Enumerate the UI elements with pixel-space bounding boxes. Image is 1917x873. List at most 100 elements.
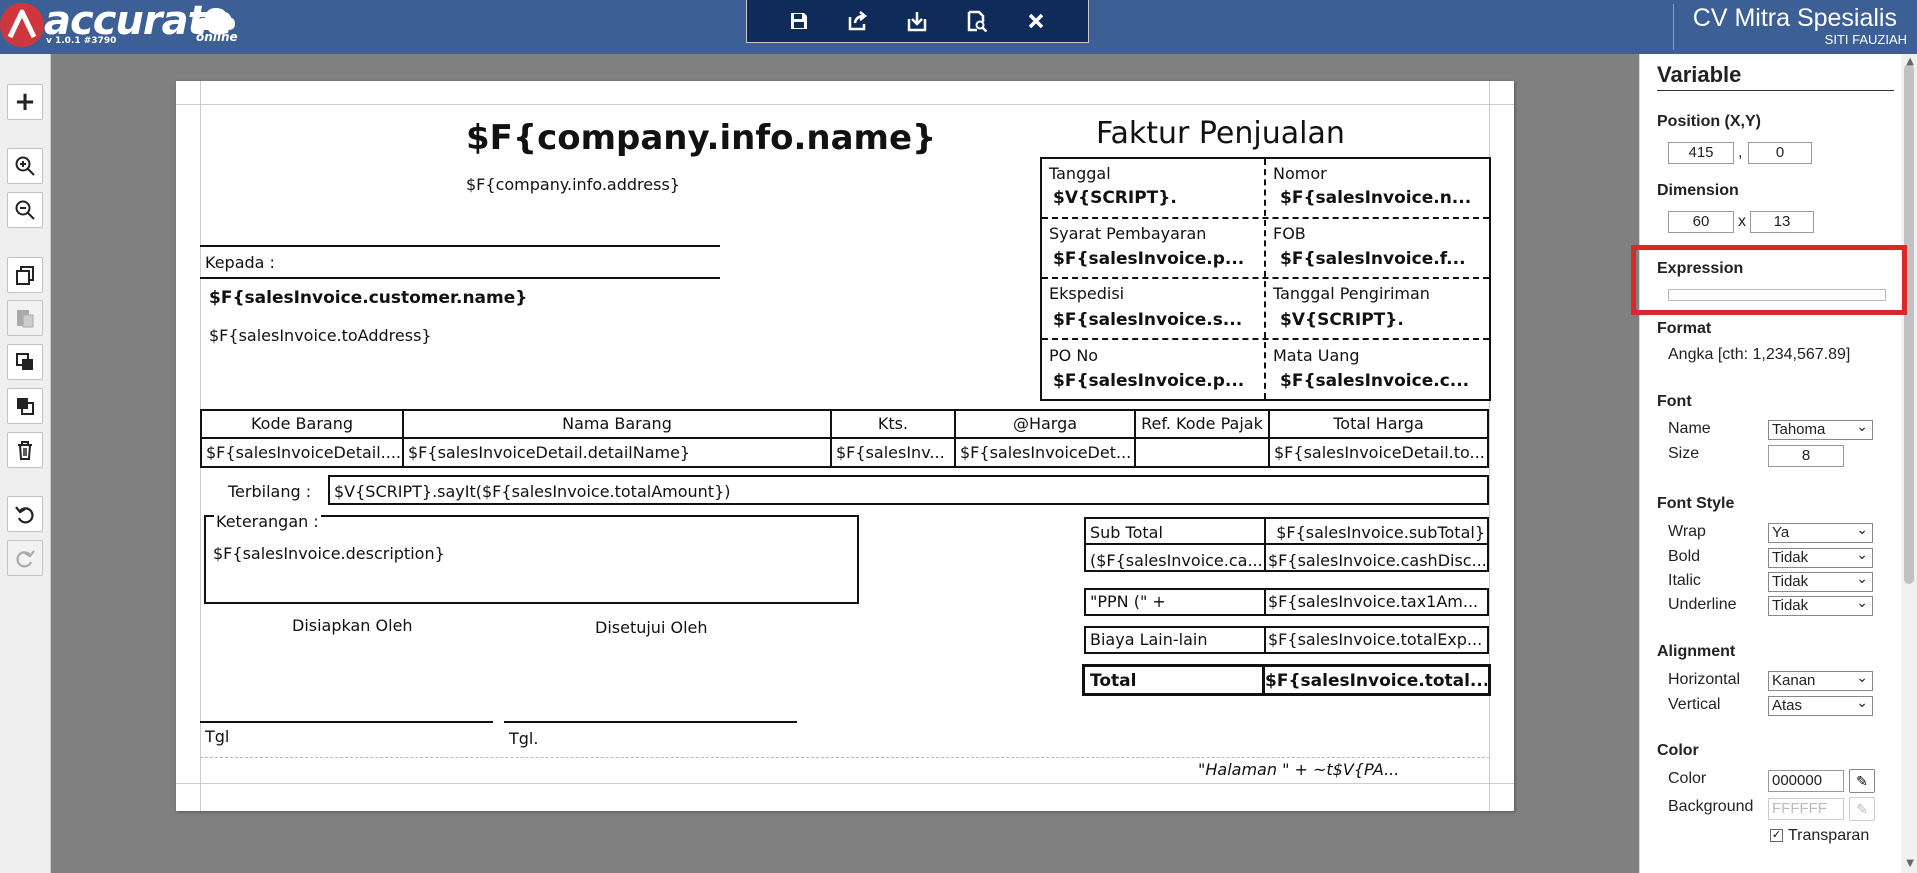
- line[interactable]: [200, 245, 720, 247]
- color-input[interactable]: 000000: [1768, 770, 1844, 792]
- save-button[interactable]: [783, 5, 815, 37]
- send-back-button[interactable]: [7, 388, 43, 424]
- totals-divider: [1264, 628, 1266, 652]
- table-cell[interactable]: $F{salesInvoiceDetail.to...: [1274, 443, 1485, 462]
- close-button[interactable]: [1020, 5, 1052, 37]
- panel-title: Variable: [1657, 62, 1742, 87]
- horizontal-select[interactable]: Kanan: [1768, 668, 1873, 691]
- table-cell[interactable]: $F{salesInvoiceDetail....: [206, 443, 400, 462]
- pencil-icon: ✎: [1856, 800, 1868, 817]
- redo-button[interactable]: [7, 540, 43, 576]
- bring-front-button[interactable]: [7, 344, 43, 380]
- table-cell[interactable]: $F{salesInvoiceDet...: [960, 443, 1132, 462]
- column-header[interactable]: @Harga: [956, 414, 1134, 433]
- underline-select[interactable]: Tidak: [1768, 593, 1873, 616]
- signature-line[interactable]: [200, 721, 493, 723]
- zoom-out-icon: [15, 200, 35, 220]
- italic-select[interactable]: Tidak: [1768, 569, 1873, 592]
- font-size-input[interactable]: 8: [1768, 445, 1844, 467]
- info-label[interactable]: Nomor: [1273, 164, 1327, 183]
- report-canvas[interactable]: $F{company.info.name} $F{company.info.ad…: [176, 81, 1514, 811]
- grand-total-value[interactable]: $F{salesInvoice.total...: [1265, 671, 1487, 691]
- undo-button[interactable]: [7, 496, 43, 532]
- column-header[interactable]: Nama Barang: [404, 414, 830, 433]
- keterangan-label[interactable]: Keterangan :: [214, 512, 321, 531]
- invoice-title[interactable]: Faktur Penjualan: [1096, 116, 1345, 151]
- info-value[interactable]: $F{salesInvoice.c...: [1280, 371, 1469, 391]
- tgl-label[interactable]: Tgl.: [509, 729, 538, 748]
- preview-button[interactable]: [961, 5, 993, 37]
- font-name-select[interactable]: Tahoma: [1768, 417, 1873, 440]
- to-address-field[interactable]: $F{salesInvoice.toAddress}: [209, 326, 432, 345]
- background-picker-button[interactable]: ✎: [1849, 797, 1875, 821]
- add-tool-button[interactable]: +: [7, 84, 43, 120]
- totals-value[interactable]: $F{salesInvoice.subTotal}: [1268, 523, 1485, 542]
- company-name-field[interactable]: $F{company.info.name}: [466, 118, 936, 158]
- dim-height-input[interactable]: 13: [1750, 211, 1814, 233]
- delete-button[interactable]: [7, 432, 43, 468]
- import-button[interactable]: [901, 5, 933, 37]
- wrap-select[interactable]: Ya: [1768, 520, 1873, 543]
- copy-button[interactable]: [7, 257, 43, 293]
- info-value[interactable]: $V{SCRIPT}.: [1280, 310, 1404, 330]
- totals-label[interactable]: ($F{salesInvoice.ca...: [1090, 551, 1262, 570]
- column-header[interactable]: Kode Barang: [202, 414, 402, 433]
- info-label[interactable]: Mata Uang: [1273, 346, 1360, 365]
- disetujui-label[interactable]: Disetujui Oleh: [595, 618, 708, 637]
- column-header[interactable]: Ref. Kode Pajak: [1136, 414, 1268, 433]
- line[interactable]: [200, 277, 720, 279]
- terbilang-label[interactable]: Terbilang :: [228, 482, 311, 501]
- info-label[interactable]: PO No: [1049, 346, 1098, 365]
- column-header[interactable]: Total Harga: [1270, 414, 1487, 433]
- scroll-down-icon[interactable]: ▼: [1906, 858, 1914, 869]
- totals-label[interactable]: "PPN (" +: [1090, 592, 1166, 611]
- description-field[interactable]: $F{salesInvoice.description}: [213, 544, 445, 563]
- vertical-select[interactable]: Atas: [1768, 693, 1873, 716]
- dim-width-input[interactable]: 60: [1668, 211, 1734, 233]
- info-value[interactable]: $F{salesInvoice.f...: [1280, 249, 1466, 269]
- kepada-label[interactable]: Kepada :: [205, 253, 275, 272]
- page-number-field[interactable]: "Halaman " + ~t$V{PA...: [1198, 760, 1399, 779]
- times-separator: x: [1738, 213, 1746, 230]
- transparan-checkbox[interactable]: ✓: [1770, 829, 1783, 842]
- customer-name-field[interactable]: $F{salesInvoice.customer.name}: [209, 288, 527, 308]
- info-divider: [1264, 159, 1266, 399]
- table-cell[interactable]: $F{salesInv...: [836, 443, 952, 462]
- export-button[interactable]: [842, 5, 874, 37]
- disiapkan-label[interactable]: Disiapkan Oleh: [292, 616, 413, 635]
- info-value[interactable]: $V{SCRIPT}.: [1053, 188, 1177, 208]
- company-address-field[interactable]: $F{company.info.address}: [466, 175, 680, 194]
- info-label[interactable]: Ekspedisi: [1049, 284, 1124, 303]
- pos-y-input[interactable]: 0: [1748, 142, 1812, 164]
- info-value[interactable]: $F{salesInvoice.p...: [1053, 249, 1244, 269]
- totals-value[interactable]: $F{salesInvoice.tax1Am...: [1268, 592, 1485, 611]
- terbilang-value[interactable]: $V{SCRIPT}.sayIt($F{salesInvoice.totalAm…: [334, 482, 731, 501]
- totals-label[interactable]: Sub Total: [1090, 523, 1163, 542]
- info-value[interactable]: $F{salesInvoice.s...: [1053, 310, 1242, 330]
- column-header[interactable]: Kts.: [832, 414, 954, 433]
- info-label[interactable]: Syarat Pembayaran: [1049, 224, 1206, 243]
- info-label[interactable]: Tanggal: [1049, 164, 1111, 183]
- info-label[interactable]: Tanggal Pengiriman: [1273, 284, 1430, 303]
- pos-x-input[interactable]: 415: [1668, 142, 1734, 164]
- background-input[interactable]: FFFFFF: [1768, 798, 1844, 820]
- info-divider: [1042, 217, 1489, 219]
- grand-total-label[interactable]: Total: [1090, 671, 1136, 691]
- signature-line[interactable]: [504, 721, 797, 723]
- scrollbar-thumb[interactable]: [1904, 64, 1914, 584]
- tgl-label[interactable]: Tgl: [205, 727, 229, 746]
- format-value[interactable]: Angka [cth: 1,234,567.89]: [1668, 346, 1850, 364]
- paste-button[interactable]: [7, 300, 43, 336]
- info-value[interactable]: $F{salesInvoice.n...: [1280, 188, 1471, 208]
- totals-value[interactable]: $F{salesInvoice.cashDisc...: [1268, 551, 1485, 570]
- scroll-up-icon[interactable]: ▲: [1906, 56, 1914, 67]
- table-cell[interactable]: $F{salesInvoiceDetail.detailName}: [408, 443, 828, 462]
- zoom-in-button[interactable]: [7, 148, 43, 184]
- bold-select[interactable]: Tidak: [1768, 545, 1873, 568]
- info-value[interactable]: $F{salesInvoice.p...: [1053, 371, 1244, 391]
- zoom-out-button[interactable]: [7, 192, 43, 228]
- totals-label[interactable]: Biaya Lain-lain: [1090, 630, 1208, 649]
- info-label[interactable]: FOB: [1273, 224, 1306, 243]
- totals-value[interactable]: $F{salesInvoice.totalExp...: [1268, 630, 1485, 649]
- color-picker-button[interactable]: ✎: [1849, 769, 1875, 793]
